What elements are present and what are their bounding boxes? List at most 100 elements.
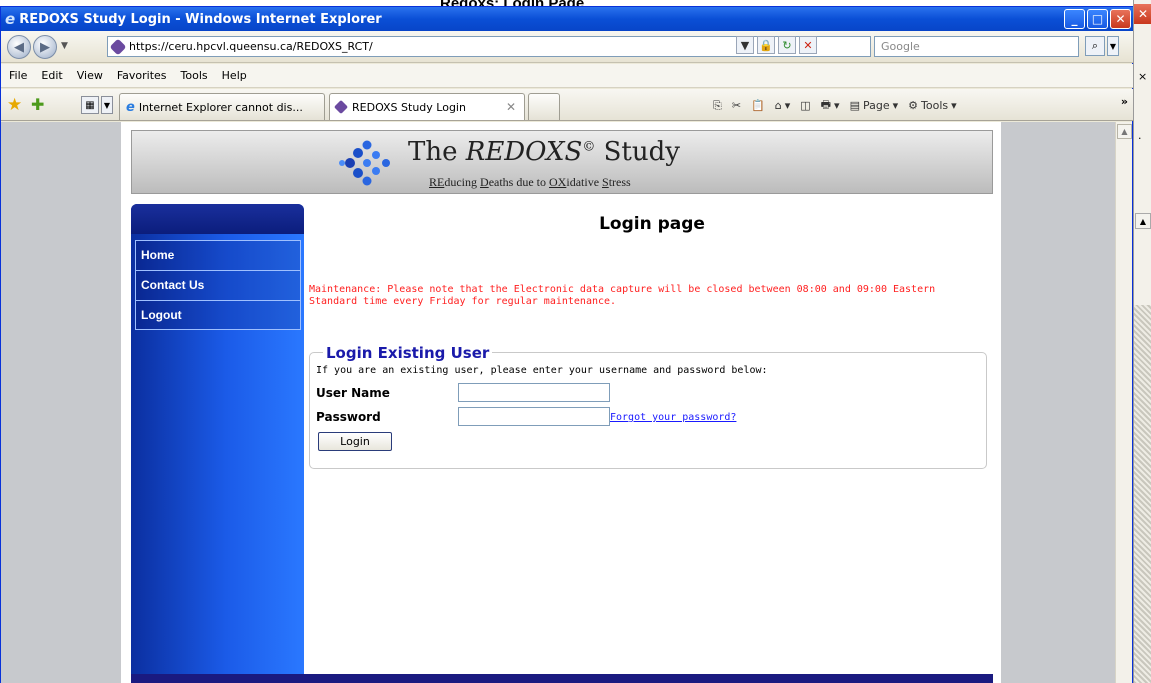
gear-icon: ⚙ — [908, 99, 919, 112]
subtitle-re: RE — [429, 175, 445, 189]
refresh-button[interactable]: ↻ — [778, 36, 796, 54]
print-button[interactable]: 🖶 ▾ — [821, 96, 840, 115]
add-favorites-icon[interactable]: ✚ — [31, 95, 44, 114]
window-title: REDOXS Study Login - Windows Internet Ex… — [19, 11, 382, 27]
menu-help[interactable]: Help — [222, 69, 247, 82]
tools-menu-label: Tools — [921, 99, 949, 112]
ie-logo-icon: e — [5, 10, 16, 28]
page-title: Login page — [599, 214, 705, 234]
redoxs-logo-icon — [339, 140, 390, 186]
password-label: Password — [316, 410, 381, 424]
quick-tabs-icon[interactable]: ▦ — [81, 96, 99, 114]
search-options-icon[interactable]: ▼ — [1107, 36, 1119, 56]
menu-tools[interactable]: Tools — [181, 69, 208, 82]
favorites-star-icon[interactable]: ★ — [7, 95, 22, 115]
tools-menu-button[interactable]: ⚙ Tools ▾ — [908, 99, 957, 112]
menu-view[interactable]: View — [77, 69, 103, 82]
home-icon: ⌂ — [774, 99, 782, 112]
menu-file[interactable]: File — [9, 69, 27, 82]
background-scroll-up-icon[interactable]: ▲ — [1135, 213, 1151, 229]
ie-tab-icon: e — [126, 99, 135, 115]
site-banner: The REDOXS© Study REducing Deaths due to… — [131, 130, 993, 194]
tab-ie-error[interactable]: e Internet Explorer cannot dis... — [119, 93, 325, 120]
page-footer-bar — [131, 674, 993, 683]
banner-subtitle: REducing Deaths due to OXidative Stress — [429, 175, 631, 190]
subtitle-s: S — [602, 175, 609, 189]
browser-window: e REDOXS Study Login - Windows Internet … — [0, 6, 1134, 683]
page-viewport: The REDOXS© Study REducing Deaths due to… — [1, 122, 1115, 683]
background-pattern — [1134, 305, 1151, 683]
login-legend: Login Existing User — [323, 344, 493, 362]
maintenance-notice: Maintenance: Please note that the Electr… — [309, 284, 989, 308]
banner-title: The REDOXS© Study — [408, 137, 680, 167]
printer-icon: 🖶 — [820, 98, 832, 111]
background-dot: · — [1138, 132, 1142, 145]
back-arrow-icon: ◀ — [14, 39, 24, 55]
site-favicon-icon — [109, 38, 127, 55]
home-button[interactable]: ⌂ ▾ — [775, 99, 791, 112]
forgot-password-link[interactable]: Forgot your password? — [610, 412, 736, 423]
site-tab-icon — [333, 99, 349, 115]
cut-icon[interactable]: ✂ — [732, 99, 741, 112]
menu-bar: File Edit View Favorites Tools Help — [1, 64, 1134, 88]
url-text: https://ceru.hpcvl.queensu.ca/REDOXS_RCT… — [129, 40, 373, 53]
subtitle-part: eaths due to — [488, 175, 550, 189]
tab-label: REDOXS Study Login — [352, 100, 466, 114]
password-input[interactable] — [458, 407, 610, 426]
forward-arrow-icon: ▶ — [40, 39, 50, 55]
web-page: The REDOXS© Study REducing Deaths due to… — [121, 122, 1001, 683]
search-icon[interactable]: ⌕ — [1085, 36, 1105, 56]
rss-copy-icon[interactable]: ⎘ — [713, 99, 722, 113]
login-instructions: If you are an existing user, please ente… — [316, 365, 768, 376]
copyright-mark: © — [582, 139, 596, 155]
vertical-scrollbar[interactable]: ▲ — [1115, 122, 1132, 683]
back-button[interactable]: ◀ — [7, 35, 31, 59]
banner-the: The — [408, 137, 458, 167]
username-input[interactable] — [458, 383, 610, 402]
menu-favorites[interactable]: Favorites — [117, 69, 167, 82]
page-menu-button[interactable]: ▤ Page ▾ — [850, 99, 899, 112]
maximize-button[interactable]: □ — [1087, 9, 1108, 29]
subtitle-part: ducing — [444, 175, 481, 189]
tab-label: Internet Explorer cannot dis... — [138, 100, 303, 114]
sidebar-item-contact-us[interactable]: Contact Us — [135, 270, 301, 300]
tab-list-dropdown-icon[interactable]: ▼ — [101, 96, 113, 114]
subtitle-part: tress — [608, 175, 631, 189]
login-fieldset: Login Existing User If you are an existi… — [309, 344, 987, 469]
login-button[interactable]: Login — [318, 432, 392, 451]
chevron-more-icon[interactable]: » — [1121, 95, 1128, 108]
sidebar-item-logout[interactable]: Logout — [135, 300, 301, 330]
tab-bar: ★ ✚ ▦ ▼ e Internet Explorer cannot dis..… — [1, 89, 1134, 121]
lock-icon[interactable]: 🔒 — [757, 36, 775, 54]
subtitle-d: D — [480, 175, 489, 189]
minimize-button[interactable]: _ — [1064, 9, 1085, 29]
scroll-up-icon[interactable]: ▲ — [1117, 124, 1132, 139]
forward-button[interactable]: ▶ — [33, 35, 57, 59]
background-close-icon[interactable]: ✕ — [1134, 4, 1151, 24]
close-tab-icon[interactable]: ✕ — [506, 100, 516, 114]
paste-icon[interactable]: 📋 — [751, 99, 765, 112]
banner-study-word: Study — [603, 137, 680, 167]
sidebar-item-home[interactable]: Home — [135, 240, 301, 270]
background-window-edge: ✕ × · ▲ — [1133, 0, 1151, 683]
close-button[interactable]: ✕ — [1110, 9, 1131, 29]
tab-redoxs-login[interactable]: REDOXS Study Login ✕ — [329, 93, 525, 120]
new-tab-button[interactable] — [528, 93, 560, 120]
history-dropdown-icon[interactable]: ▼ — [61, 41, 68, 51]
sidebar: Home Contact Us Logout — [131, 204, 304, 683]
subtitle-part: idative — [566, 175, 603, 189]
search-input[interactable]: Google — [874, 36, 1079, 57]
page-icon: ▤ — [849, 99, 860, 112]
feeds-icon[interactable]: ◫ — [800, 99, 810, 112]
page-menu-label: Page — [862, 99, 890, 112]
maintenance-line: Maintenance: Please note that the Electr… — [309, 284, 936, 295]
window-titlebar: e REDOXS Study Login - Windows Internet … — [1, 7, 1134, 31]
stop-button[interactable]: ✕ — [799, 36, 817, 54]
banner-study-name: REDOXS — [465, 137, 583, 167]
background-x-icon: × — [1138, 70, 1148, 83]
menu-edit[interactable]: Edit — [41, 69, 62, 82]
sidebar-nav: Home Contact Us Logout — [135, 240, 301, 330]
subtitle-ox: OX — [549, 175, 567, 189]
url-dropdown-button[interactable]: ▼ — [736, 36, 754, 54]
main-content: Login page Maintenance: Please note that… — [307, 204, 997, 674]
